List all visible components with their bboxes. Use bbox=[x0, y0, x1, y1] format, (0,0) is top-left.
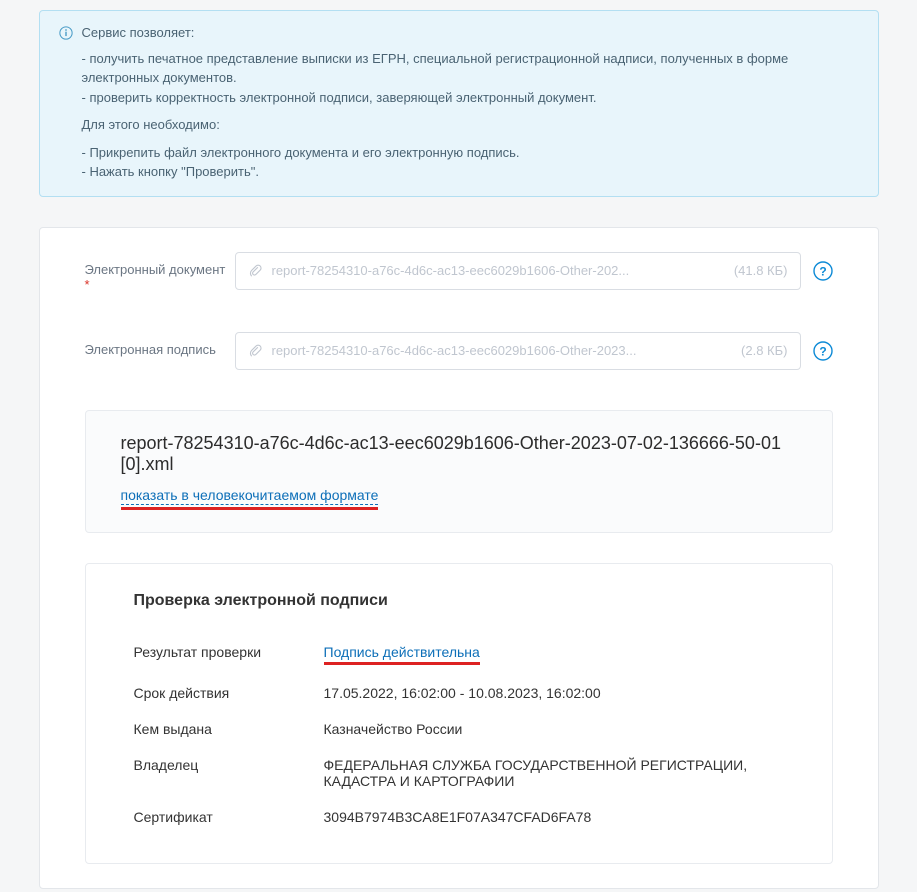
sig-cert-value: 3094B7974B3CA8E1F07A347CFAD6FA78 bbox=[324, 809, 784, 825]
upload-card: Электронный документ * report-78254310-a… bbox=[39, 227, 879, 889]
help-icon[interactable]: ? bbox=[813, 341, 833, 361]
info-step: - Прикрепить файл электронного документа… bbox=[82, 143, 860, 163]
signature-row-owner: Владелец ФЕДЕРАЛЬНАЯ СЛУЖБА ГОСУДАРСТВЕН… bbox=[134, 747, 784, 799]
file-size: (2.8 КБ) bbox=[741, 343, 787, 358]
file-input-document[interactable]: report-78254310-a76c-4d6c-ac13-eec6029b1… bbox=[235, 252, 801, 290]
label-text: Электронный документ bbox=[85, 262, 226, 277]
file-name: report-78254310-a76c-4d6c-ac13-eec6029b1… bbox=[272, 343, 734, 358]
result-card: report-78254310-a76c-4d6c-ac13-eec6029b1… bbox=[85, 410, 833, 533]
sig-issuer-value: Казначейство России bbox=[324, 721, 784, 737]
field-signature: Электронная подпись report-78254310-a76c… bbox=[85, 332, 833, 370]
result-filename: report-78254310-a76c-4d6c-ac13-eec6029b1… bbox=[121, 433, 797, 475]
paperclip-icon bbox=[248, 343, 264, 359]
field-document: Электронный документ * report-78254310-a… bbox=[85, 252, 833, 292]
paperclip-icon bbox=[248, 263, 264, 279]
sig-cert-label: Сертификат bbox=[134, 809, 324, 825]
sig-validity-label: Срок действия bbox=[134, 685, 324, 701]
human-readable-link[interactable]: показать в человекочитаемом формате bbox=[121, 487, 379, 505]
file-input-signature[interactable]: report-78254310-a76c-4d6c-ac13-eec6029b1… bbox=[235, 332, 801, 370]
info-bullet: - проверить корректность электронной под… bbox=[82, 88, 860, 108]
sig-result-value: Подпись действительна bbox=[324, 644, 480, 660]
info-step: - Нажать кнопку "Проверить". bbox=[82, 162, 860, 182]
required-star: * bbox=[85, 277, 90, 292]
sig-issuer-label: Кем выдана bbox=[134, 721, 324, 737]
info-bullet: - получить печатное представление выписк… bbox=[82, 49, 860, 88]
file-size: (41.8 КБ) bbox=[734, 263, 788, 278]
signature-row-issuer: Кем выдана Казначейство России bbox=[134, 711, 784, 747]
file-name: report-78254310-a76c-4d6c-ac13-eec6029b1… bbox=[272, 263, 726, 278]
signature-title: Проверка электронной подписи bbox=[134, 592, 784, 610]
sig-owner-label: Владелец bbox=[134, 757, 324, 773]
sig-result-label: Результат проверки bbox=[134, 644, 324, 660]
svg-text:?: ? bbox=[819, 344, 826, 358]
label-text: Электронная подпись bbox=[85, 342, 216, 357]
signature-row-validity: Срок действия 17.05.2022, 16:02:00 - 10.… bbox=[134, 675, 784, 711]
field-label-document: Электронный документ * bbox=[85, 252, 235, 292]
svg-text:?: ? bbox=[819, 264, 826, 278]
signature-row-cert: Сертификат 3094B7974B3CA8E1F07A347CFAD6F… bbox=[134, 799, 784, 835]
signature-verification-card: Проверка электронной подписи Результат п… bbox=[85, 563, 833, 864]
field-label-signature: Электронная подпись bbox=[85, 332, 235, 357]
help-icon[interactable]: ? bbox=[813, 261, 833, 281]
info-need: Для этого необходимо: bbox=[82, 115, 860, 135]
signature-row-result: Результат проверки Подпись действительна bbox=[134, 634, 784, 675]
info-panel: Сервис позволяет: - получить печатное пр… bbox=[39, 10, 879, 197]
info-icon bbox=[58, 25, 74, 41]
sig-owner-value: ФЕДЕРАЛЬНАЯ СЛУЖБА ГОСУДАРСТВЕННОЙ РЕГИС… bbox=[324, 757, 784, 789]
info-title: Сервис позволяет: bbox=[82, 23, 195, 43]
sig-validity-value: 17.05.2022, 16:02:00 - 10.08.2023, 16:02… bbox=[324, 685, 784, 701]
